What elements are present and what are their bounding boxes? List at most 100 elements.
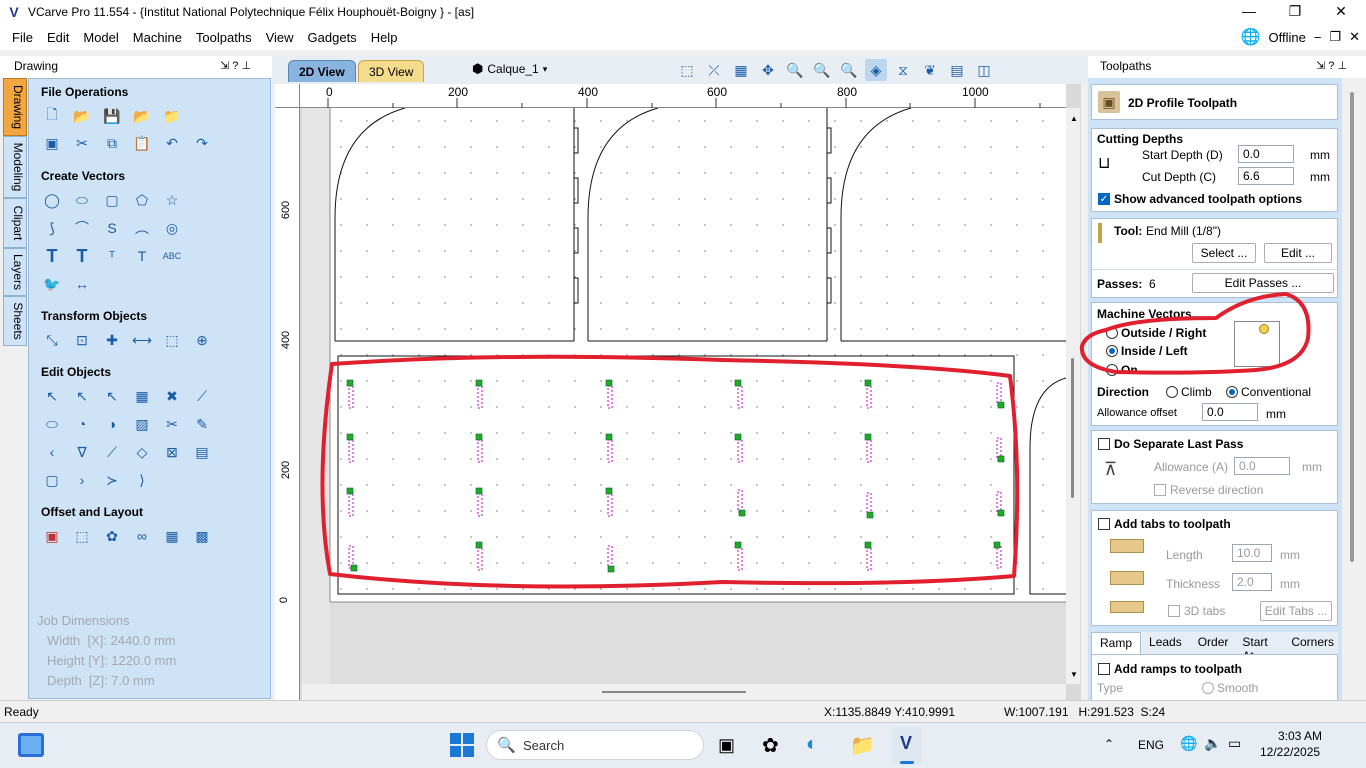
menu-toolpaths[interactable]: Toolpaths [189,30,259,45]
tab-2d-view[interactable]: 2D View [288,60,356,82]
chevron-down-icon[interactable]: ▾ [543,64,548,75]
circular-array-icon[interactable]: ✿ [101,525,123,547]
circle-icon[interactable]: ◯ [41,189,63,211]
chevron-up-icon[interactable]: ⌃ [1104,737,1114,751]
scroll-up-icon[interactable]: ▲ [1070,114,1078,123]
text-icon[interactable]: T [41,245,63,267]
redo-icon[interactable]: ↷ [191,132,213,154]
text-arc-icon[interactable]: T [131,245,153,267]
curve-icon[interactable]: ⌒ [71,217,93,239]
fillet-icon[interactable]: ✎ [191,413,213,435]
volume-icon[interactable]: 🔈 [1204,735,1221,752]
new-file-icon[interactable]: 🗋 [41,105,63,127]
offset-icon[interactable]: ▣ [41,525,63,547]
horizontal-scroll-thumb[interactable] [602,691,746,693]
right-scroll-thumb[interactable] [1350,92,1354,562]
close-vector-icon[interactable]: ⊠ [161,441,183,463]
curve-fit-icon[interactable]: ≻ [101,469,123,491]
ellipse-icon[interactable]: ⬭ [71,189,93,211]
advanced-options-checkbox[interactable]: ✓ [1098,193,1110,205]
split-view-icon[interactable]: ◫ [973,59,995,81]
scissors-trim-icon[interactable]: ✂ [161,413,183,435]
vector-nodes-icon[interactable]: ∇ [71,441,93,463]
menu-view[interactable]: View [259,30,301,45]
cut-icon[interactable]: ✂ [71,132,93,154]
restore-button[interactable]: ❐ [1272,0,1318,24]
last-pass-allowance-input[interactable]: 0.0 [1234,457,1290,475]
panel-pin-icons[interactable]: ⇲ ? ⊥ [220,59,251,72]
language-indicator[interactable]: ENG [1138,738,1164,752]
delete-icon[interactable]: ✖ [161,385,183,407]
start-depth-input[interactable]: 0.0 [1238,145,1294,163]
auto-nest-icon[interactable]: ▩ [191,525,213,547]
climb-radio[interactable] [1166,386,1178,398]
nesting-icon[interactable]: ▦ [161,525,183,547]
tab-corners[interactable]: Corners [1287,632,1338,654]
battery-icon[interactable]: ▭ [1228,735,1241,752]
clock-date[interactable]: 12/22/2025 [1260,745,1320,759]
reverse-direction-checkbox[interactable] [1154,484,1166,496]
conventional-radio[interactable] [1226,386,1238,398]
scale-icon[interactable]: ⬚ [161,329,183,351]
copy-along-vector-icon[interactable]: ∞ [131,525,153,547]
align-icon[interactable]: ⊡ [71,329,93,351]
job-setup-icon[interactable]: ▣ [41,132,63,154]
mirror-icon[interactable]: ⟷ [131,329,153,351]
trim-icon[interactable]: ▨ [131,413,153,435]
close-button[interactable]: ✕ [1318,0,1364,24]
zoom-extents-icon[interactable]: ⬚ [676,59,698,81]
star-icon[interactable]: ☆ [161,189,183,211]
copy-icon[interactable]: ⧉ [101,132,123,154]
polygon-icon[interactable]: ⬠ [131,189,153,211]
drawing-canvas[interactable] [302,108,1066,684]
copilot-icon[interactable]: ✿ [762,733,779,758]
move-icon[interactable]: ⤡ [41,329,63,351]
tabs-3d-checkbox[interactable] [1168,605,1180,617]
menu-edit[interactable]: Edit [40,30,76,45]
cut-depth-input[interactable]: 6.6 [1238,167,1294,185]
offline-label[interactable]: Offline [1269,30,1306,45]
tab-clipart[interactable]: Clipart [3,198,27,248]
edge-icon[interactable]: ◐ [806,733,818,756]
menu-gadgets[interactable]: Gadgets [301,30,364,45]
subtract-icon[interactable]: ◔ [71,413,93,435]
text-abc-icon[interactable]: ABC [161,245,183,267]
polyline-icon[interactable]: ⟆ [41,217,63,239]
open-file-icon[interactable]: 📂 [71,105,93,127]
add-ramps-checkbox[interactable] [1098,663,1110,675]
spiral-icon[interactable]: ◎ [161,217,183,239]
offset-curve-icon[interactable]: › [71,469,93,491]
center-icon[interactable]: ✚ [101,329,123,351]
widgets-icon[interactable] [18,733,44,757]
tab-leads[interactable]: Leads [1141,632,1190,654]
zoom-box-icon[interactable]: 🔍 [811,59,833,81]
toolpath-view-icon[interactable]: ⧖ [892,59,914,81]
tab-start-at[interactable]: Start At [1236,632,1287,663]
vcarve-taskbar-icon[interactable]: V [892,727,922,765]
measure-icon[interactable]: ⟋ [191,385,213,407]
select-all-icon[interactable]: ▦ [131,385,153,407]
add-tabs-checkbox[interactable] [1098,518,1110,530]
tab-thickness-input[interactable]: 2.0 [1232,573,1272,591]
smooth-radio[interactable] [1202,682,1214,694]
import-vectors-icon[interactable]: 📂 [131,105,153,127]
zoom-out-icon[interactable]: 🔍 [838,59,860,81]
pan-icon[interactable]: ✥ [757,59,779,81]
intersect-icon[interactable]: ◑ [101,413,123,435]
auto-layout-text-icon[interactable]: T [71,245,93,267]
save-icon[interactable]: 💾 [101,105,123,127]
rectangle-icon[interactable]: ▢ [101,189,123,211]
select-tool-button[interactable]: Select ... [1192,243,1256,263]
extend-icon[interactable]: ⟋ [101,441,123,463]
tab-modeling[interactable]: Modeling [3,136,27,198]
join-icon[interactable]: ◇ [131,441,153,463]
tab-3d-view[interactable]: 3D View [358,60,425,82]
tab-order[interactable]: Order [1190,632,1237,654]
tab-ramp[interactable]: Ramp [1091,632,1142,654]
tab-drawing[interactable]: Drawing [3,78,27,136]
vertical-scrollbar[interactable]: ▲ ▼ [1066,108,1080,684]
spline-icon[interactable]: S [101,217,123,239]
render-icon[interactable]: ❦ [919,59,941,81]
tab-layers[interactable]: Layers [3,248,27,296]
minimize-button[interactable]: — [1226,0,1272,24]
